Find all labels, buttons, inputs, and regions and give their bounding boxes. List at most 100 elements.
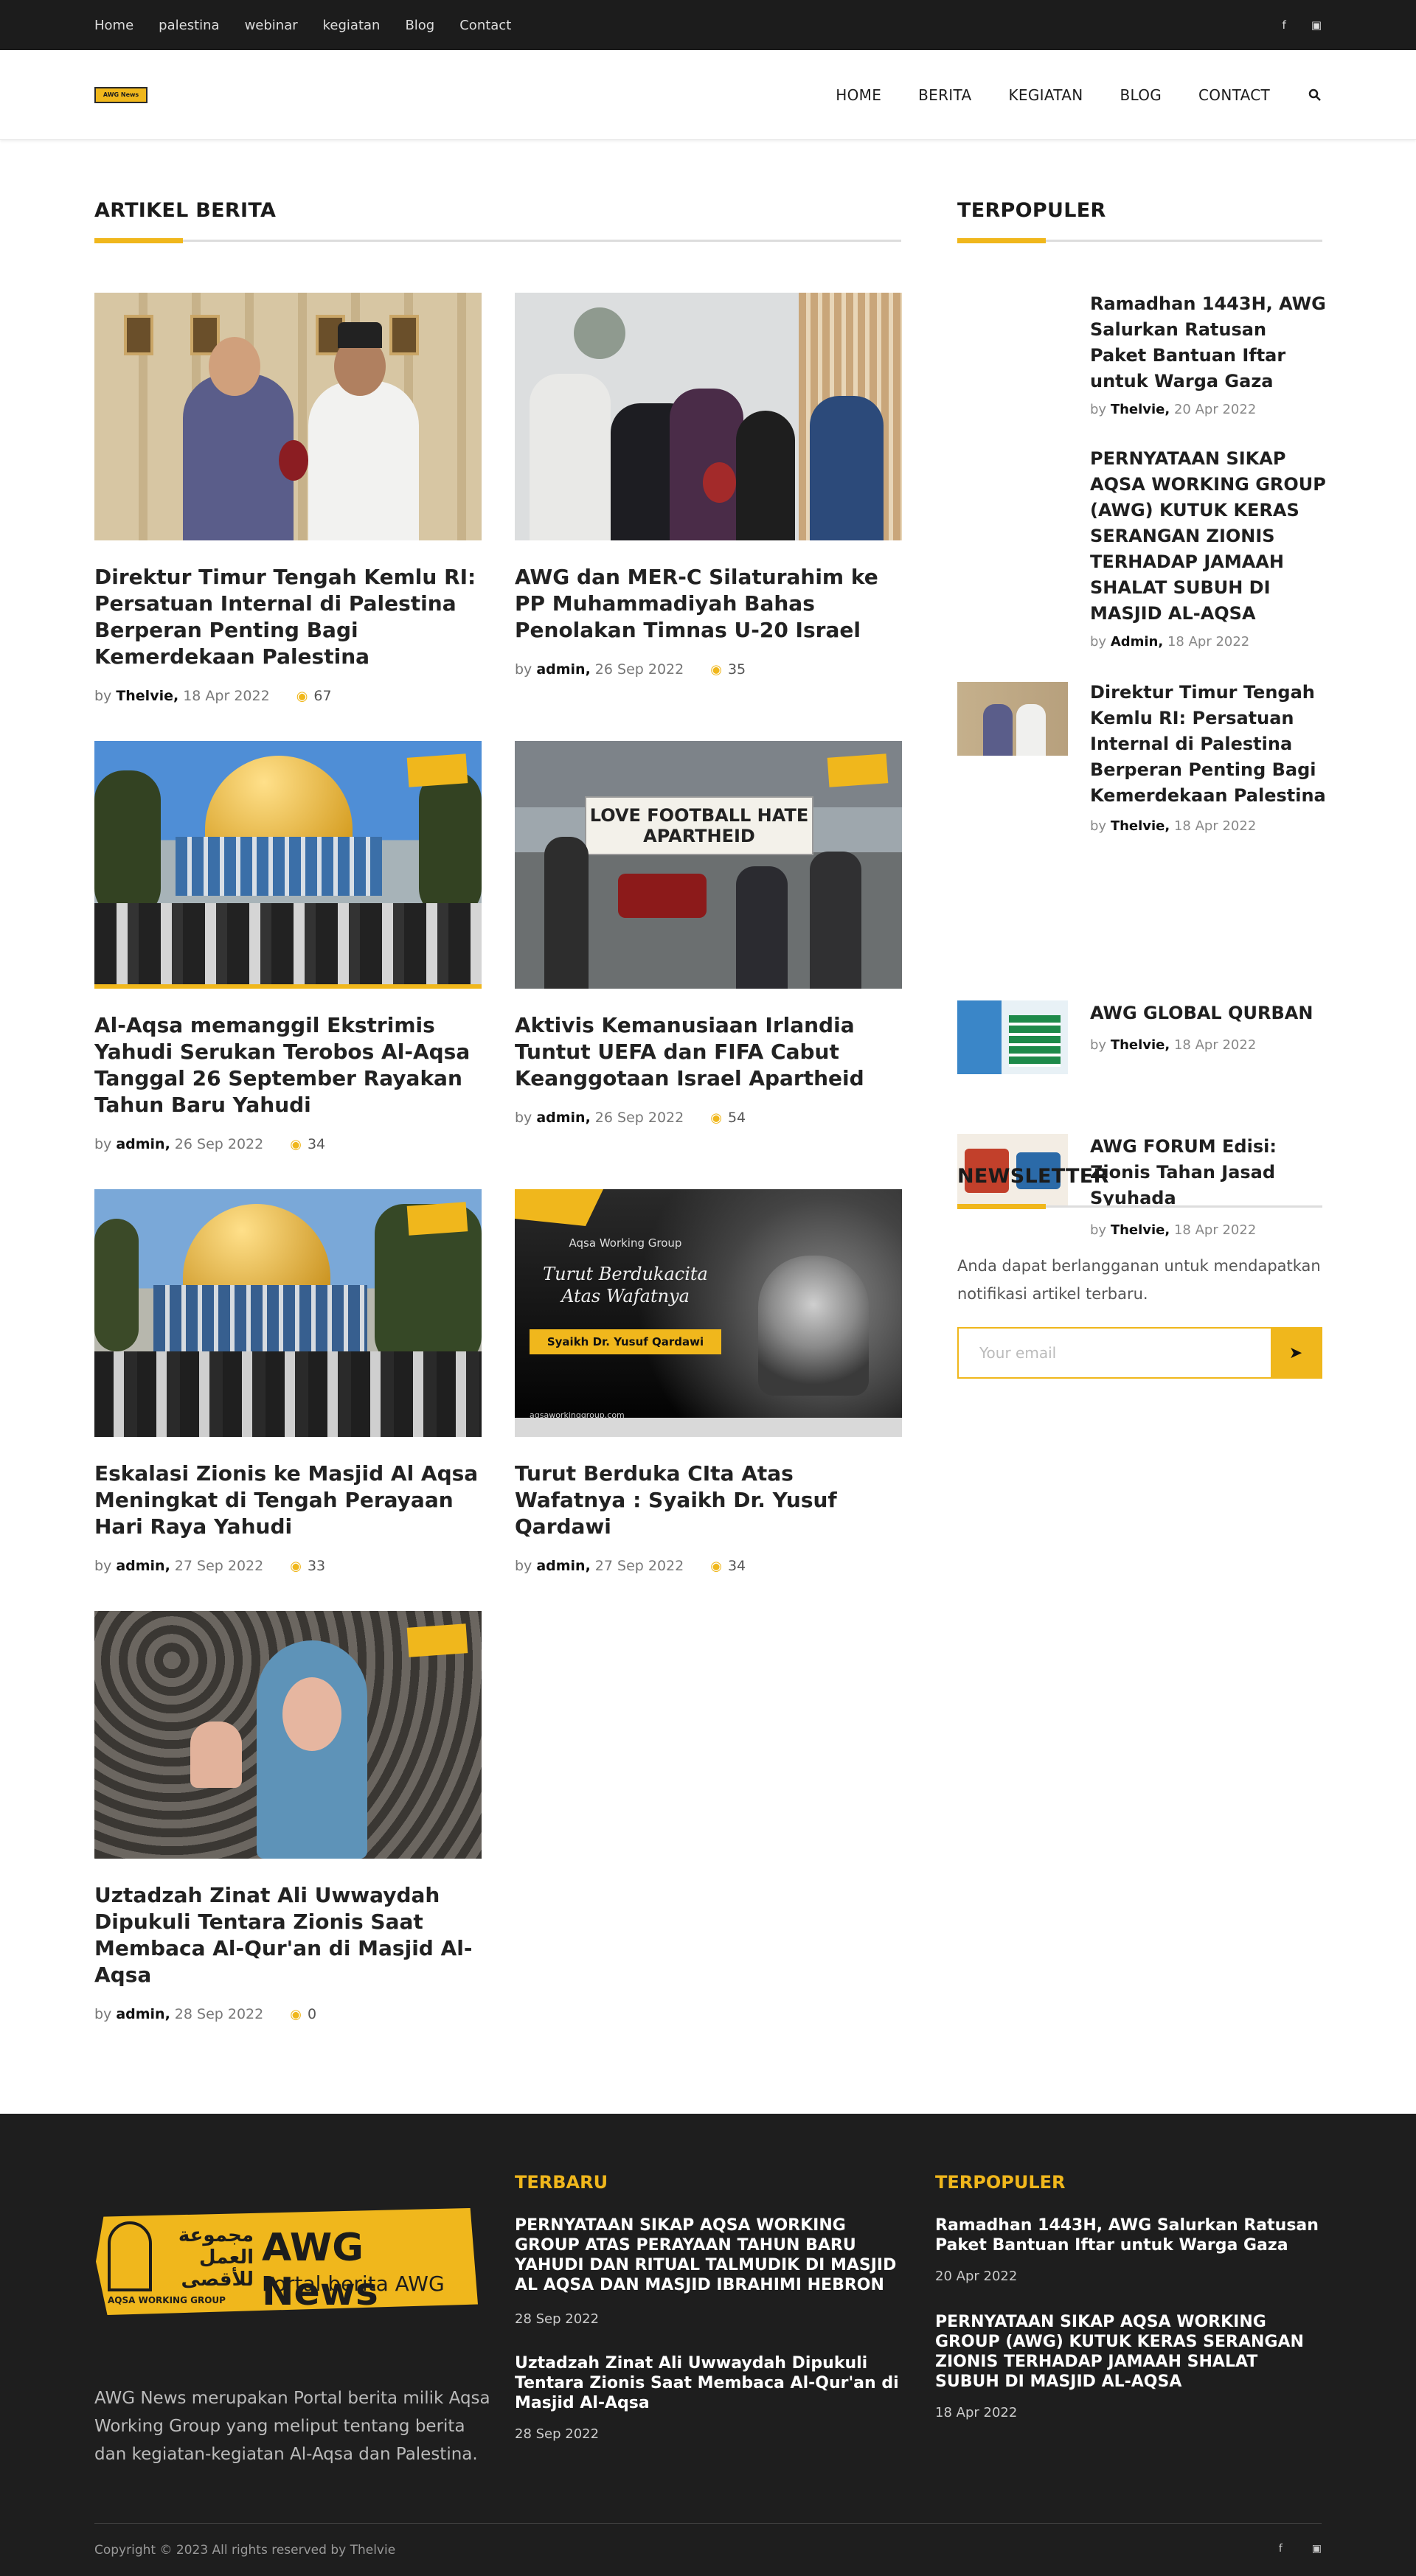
article-date: 26 Sep 2022	[174, 1136, 264, 1152]
email-input[interactable]: Your email	[959, 1329, 1271, 1377]
article-card[interactable]: Direktur Timur Tengah Kemlu RI: Persatua…	[94, 293, 482, 704]
latest-item-title[interactable]: PERNYATAAN SIKAP AQSA WORKING GROUP ATAS…	[515, 2215, 906, 2295]
popular-thumb[interactable]	[957, 682, 1068, 756]
meta-by: by	[94, 1136, 112, 1152]
popular-title[interactable]: AWG GLOBAL QURBAN	[1090, 1000, 1326, 1026]
top-bar: Home palestina webinar kegiatan Blog Con…	[0, 0, 1416, 50]
articles-section-header: ARTIKEL BERITA	[94, 199, 901, 243]
article-image[interactable]	[94, 1189, 482, 1437]
article-image[interactable]	[94, 293, 482, 540]
article-author: Thelvie,	[116, 688, 179, 704]
eye-icon: ◉	[710, 1558, 722, 1574]
nav-blog[interactable]: BLOG	[1120, 86, 1162, 104]
footer-popular-item-title[interactable]: PERNYATAAN SIKAP AQSA WORKING GROUP (AWG…	[935, 2312, 1326, 2392]
article-date: 26 Sep 2022	[594, 1110, 684, 1126]
popular-title[interactable]: Direktur Timur Tengah Kemlu RI: Persatua…	[1090, 680, 1326, 809]
article-image[interactable]	[515, 293, 902, 540]
logo-tagline: Portal berita AWG	[262, 2272, 445, 2296]
article-author: admin,	[536, 1110, 591, 1126]
popular-author: Thelvie,	[1110, 818, 1170, 834]
meta-by: by	[515, 1558, 532, 1574]
popular-title[interactable]: Ramadhan 1443H, AWG Salurkan Ratusan Pak…	[1090, 291, 1326, 394]
article-views: 54	[727, 1110, 746, 1126]
latest-item-date: 28 Sep 2022	[515, 2426, 600, 2442]
article-card[interactable]: AWG dan MER-C Silaturahim ke PP Muhammad…	[515, 293, 902, 678]
facebook-icon[interactable]: f	[1283, 18, 1286, 32]
article-meta: by admin, 26 Sep 2022 ◉ 34	[94, 1136, 482, 1152]
content-area: ARTIKEL BERITA Direktur Timur Tengah Kem…	[0, 140, 1416, 2114]
popular-date: 18 Apr 2022	[1173, 1037, 1257, 1053]
article-image[interactable]: LOVE FOOTBALL HATE APARTHEID	[515, 741, 902, 989]
latest-item-date: 28 Sep 2022	[515, 2311, 600, 2327]
popular-meta: by Admin, 18 Apr 2022	[1090, 634, 1249, 650]
meta-by: by	[515, 1110, 532, 1126]
section-divider	[957, 238, 1322, 243]
article-date: 18 Apr 2022	[183, 688, 270, 704]
article-title[interactable]: Eskalasi Zionis ke Masjid Al Aqsa Mening…	[94, 1461, 482, 1540]
top-link-kegiatan[interactable]: kegiatan	[323, 18, 381, 33]
instagram-icon[interactable]: ▣	[1311, 18, 1322, 32]
top-nav: Home palestina webinar kegiatan Blog Con…	[94, 18, 536, 33]
article-card[interactable]: Eskalasi Zionis ke Masjid Al Aqsa Mening…	[94, 1189, 482, 1574]
search-icon[interactable]	[1308, 88, 1322, 102]
popular-date: 18 Apr 2022	[1167, 634, 1250, 650]
popular-title[interactable]: PERNYATAAN SIKAP AQSA WORKING GROUP (AWG…	[1090, 446, 1326, 627]
popular-author: Thelvie,	[1110, 1037, 1170, 1053]
article-card[interactable]: Aqsa Working Group Turut Berdukacita Ata…	[515, 1189, 902, 1574]
article-card[interactable]: LOVE FOOTBALL HATE APARTHEID Aktivis Kem…	[515, 741, 902, 1126]
article-title[interactable]: Uztadzah Zinat Ali Uwwaydah Dipukuli Ten…	[94, 1882, 482, 1988]
article-image[interactable]	[94, 741, 482, 989]
article-title[interactable]: Turut Berduka CIta Atas Wafatnya : Syaik…	[515, 1461, 902, 1540]
top-link-palestina[interactable]: palestina	[159, 18, 219, 33]
site-logo[interactable]: AWG News	[94, 86, 148, 103]
footer-popular-item[interactable]: Ramadhan 1443H, AWG Salurkan Ratusan Pak…	[935, 2215, 1326, 2284]
poster-headline: Turut Berdukacita Atas Wafatnya	[543, 1264, 708, 1306]
top-link-webinar[interactable]: webinar	[245, 18, 298, 33]
nav-berita[interactable]: BERITA	[918, 86, 971, 104]
article-title[interactable]: AWG dan MER-C Silaturahim ke PP Muhammad…	[515, 564, 902, 644]
eye-icon: ◉	[290, 2006, 302, 2022]
footer-popular-item-title[interactable]: Ramadhan 1443H, AWG Salurkan Ratusan Pak…	[935, 2215, 1326, 2255]
footer-popular-item-date: 20 Apr 2022	[935, 2269, 1018, 2284]
top-link-home[interactable]: Home	[94, 18, 133, 33]
footer-popular-item[interactable]: PERNYATAAN SIKAP AQSA WORKING GROUP (AWG…	[935, 2312, 1326, 2420]
poster-name: Syaikh Dr. Yusuf Qardawi	[530, 1329, 721, 1354]
nav-contact[interactable]: CONTACT	[1198, 86, 1270, 104]
article-meta: by admin, 28 Sep 2022 ◉ 0	[94, 2006, 482, 2022]
article-title[interactable]: Aktivis Kemanusiaan Irlandia Tuntut UEFA…	[515, 1012, 902, 1092]
logo-name: AWG News	[262, 2226, 378, 2314]
top-link-blog[interactable]: Blog	[405, 18, 434, 33]
meta-by: by	[94, 1558, 112, 1574]
popular-thumb[interactable]	[957, 1000, 1068, 1074]
latest-item[interactable]: Uztadzah Zinat Ali Uwwaydah Dipukuli Ten…	[515, 2353, 906, 2442]
article-meta: by admin, 26 Sep 2022 ◉ 35	[515, 661, 902, 678]
latest-item[interactable]: PERNYATAAN SIKAP AQSA WORKING GROUP ATAS…	[515, 2215, 906, 2327]
top-link-contact[interactable]: Contact	[459, 18, 511, 33]
eye-icon: ◉	[290, 1136, 302, 1152]
popular-meta: by Thelvie, 18 Apr 2022	[1090, 818, 1256, 834]
nav-kegiatan[interactable]: KEGIATAN	[1008, 86, 1083, 104]
meta-by: by	[94, 2006, 112, 2022]
meta-by: by	[1090, 1037, 1107, 1053]
article-views: 34	[307, 1136, 326, 1152]
article-image[interactable]	[94, 1611, 482, 1859]
article-title[interactable]: Al-Aqsa memanggil Ekstrimis Yahudi Seruk…	[94, 1012, 482, 1118]
meta-by: by	[94, 688, 112, 704]
nav-home[interactable]: HOME	[836, 86, 881, 104]
logo-org: AQSA WORKING GROUP	[108, 2295, 226, 2305]
footer-logo[interactable]: مجموعة العمل للأقصى AWG News Portal beri…	[96, 2208, 478, 2315]
article-date: 26 Sep 2022	[594, 661, 684, 678]
site-header: AWG News HOME BERITA KEGIATAN BLOG CONTA…	[0, 50, 1416, 140]
article-title[interactable]: Direktur Timur Tengah Kemlu RI: Persatua…	[94, 564, 482, 670]
article-card[interactable]: Al-Aqsa memanggil Ekstrimis Yahudi Seruk…	[94, 741, 482, 1152]
logo-arabic: مجموعة العمل للأقصى	[178, 2224, 254, 2291]
facebook-icon[interactable]: f	[1279, 2543, 1283, 2558]
article-card[interactable]: Uztadzah Zinat Ali Uwwaydah Dipukuli Ten…	[94, 1611, 482, 2022]
article-author: admin,	[116, 2006, 170, 2022]
instagram-icon[interactable]: ▣	[1312, 2543, 1322, 2558]
subscribe-button[interactable]: ➤	[1271, 1329, 1321, 1377]
latest-item-title[interactable]: Uztadzah Zinat Ali Uwwaydah Dipukuli Ten…	[515, 2353, 906, 2413]
article-image[interactable]: Aqsa Working Group Turut Berdukacita Ata…	[515, 1189, 902, 1437]
article-meta: by admin, 27 Sep 2022 ◉ 34	[515, 1558, 902, 1574]
article-views: 67	[313, 688, 332, 704]
